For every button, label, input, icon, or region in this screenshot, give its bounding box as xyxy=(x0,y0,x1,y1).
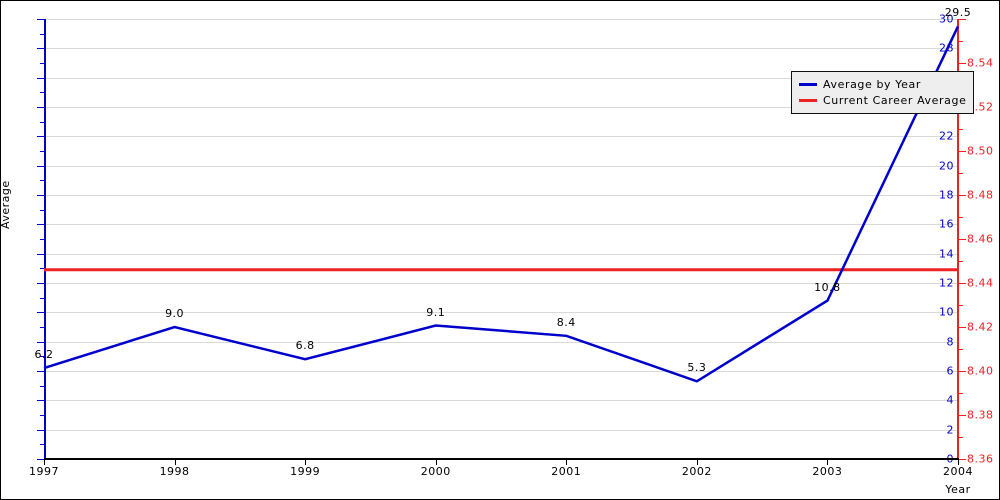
legend-swatch-red xyxy=(799,98,817,102)
legend[interactable]: Average by Year Current Career Average xyxy=(791,71,975,114)
data-point-label: 9.0 xyxy=(165,307,185,320)
legend-label-current-career-average: Current Career Average xyxy=(823,93,967,107)
data-point-label: 6.8 xyxy=(295,339,315,353)
legend-swatch-blue xyxy=(799,82,817,86)
data-point-label: 5.3 xyxy=(687,361,707,375)
line-chart: 024681012141618202224262830 Average 8.36… xyxy=(0,0,1000,500)
data-point-label: 10.8 xyxy=(814,280,841,294)
data-point-label: 6.2 xyxy=(34,348,54,362)
data-point-label: 9.1 xyxy=(426,305,446,319)
data-point-label: 29.5 xyxy=(944,6,972,20)
legend-label-average-by-year: Average by Year xyxy=(823,77,921,91)
legend-item-current-career-average[interactable]: Current Career Average xyxy=(799,92,966,108)
data-point-label: 8.4 xyxy=(556,315,576,329)
legend-item-average-by-year[interactable]: Average by Year xyxy=(799,76,966,92)
